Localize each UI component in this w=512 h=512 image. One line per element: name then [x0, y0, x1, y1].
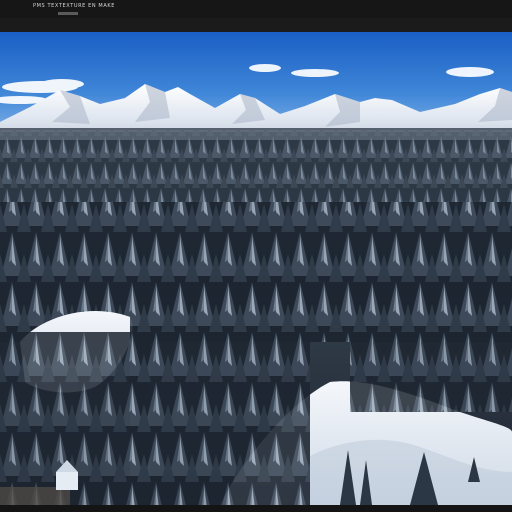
- menu-text[interactable]: PMS TEXTEXTURE EN MAKE: [33, 3, 115, 9]
- title-bar: PMS TEXTEXTURE EN MAKE: [0, 0, 512, 32]
- landscape-render: [0, 32, 512, 505]
- status-bar: [0, 505, 512, 512]
- menu-indicator: [58, 12, 78, 15]
- toolbar-strip: [0, 18, 512, 32]
- render-viewport[interactable]: [0, 32, 512, 505]
